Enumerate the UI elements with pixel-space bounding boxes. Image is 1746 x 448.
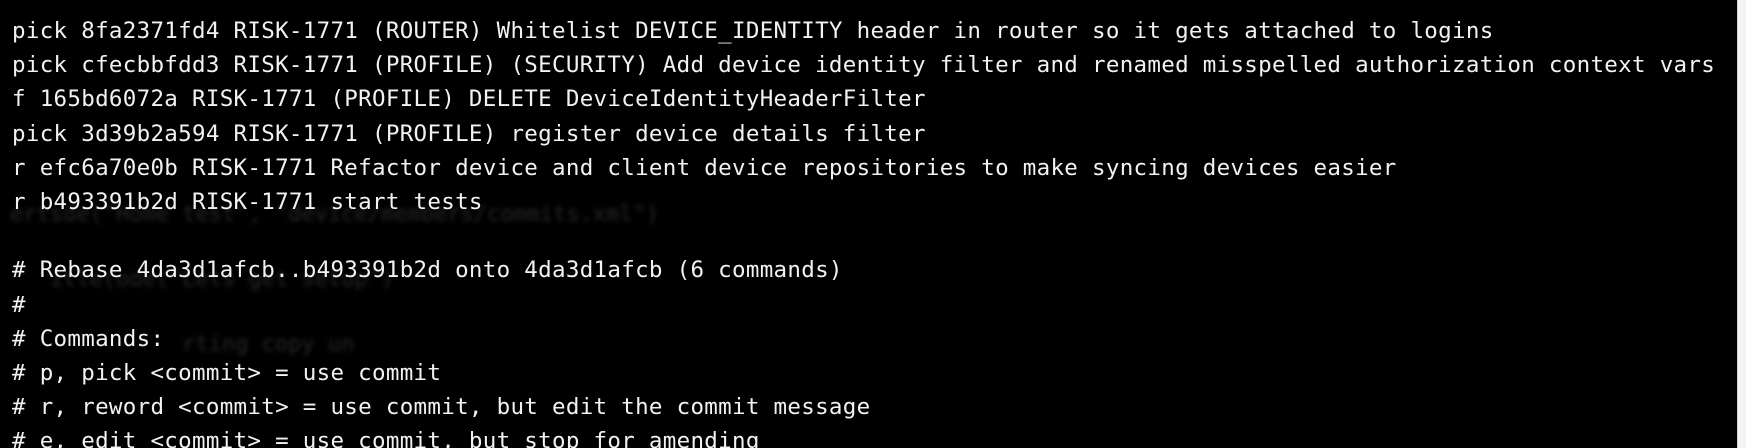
rebase-command-line[interactable]: pick 3d39b2a594 RISK-1771 (PROFILE) regi… xyxy=(12,117,1715,151)
comment-line[interactable]: # xyxy=(12,288,1715,322)
rebase-command-line[interactable]: pick cfecbbfdd3 RISK-1771 (PROFILE) (SEC… xyxy=(12,48,1715,82)
comment-line[interactable]: # r, reword <commit> = use commit, but e… xyxy=(12,390,1715,424)
comment-line[interactable]: # e, edit <commit> = use commit, but sto… xyxy=(12,424,1715,448)
rebase-command-line[interactable]: f 165bd6072a RISK-1771 (PROFILE) DELETE … xyxy=(12,82,1715,116)
terminal-window: ertsde("Home test", "device/members/comm… xyxy=(0,0,1746,448)
rebase-command-line[interactable]: r efc6a70e0b RISK-1771 Refactor device a… xyxy=(12,151,1715,185)
rebase-command-line[interactable]: pick 8fa2371fd4 RISK-1771 (ROUTER) White… xyxy=(12,14,1715,48)
terminal-editor[interactable]: ertsde("Home test", "device/members/comm… xyxy=(0,0,1737,448)
blank-line[interactable] xyxy=(12,219,1715,253)
comment-line[interactable]: # Rebase 4da3d1afcb..b493391b2d onto 4da… xyxy=(12,253,1715,287)
rebase-command-line[interactable]: r b493391b2d RISK-1771 start tests xyxy=(12,185,1715,219)
comment-line[interactable]: # Commands: xyxy=(12,322,1715,356)
rebase-todo-buffer[interactable]: pick 8fa2371fd4 RISK-1771 (ROUTER) White… xyxy=(12,14,1715,448)
window-right-edge xyxy=(1737,0,1746,448)
comment-line[interactable]: # p, pick <commit> = use commit xyxy=(12,356,1715,390)
